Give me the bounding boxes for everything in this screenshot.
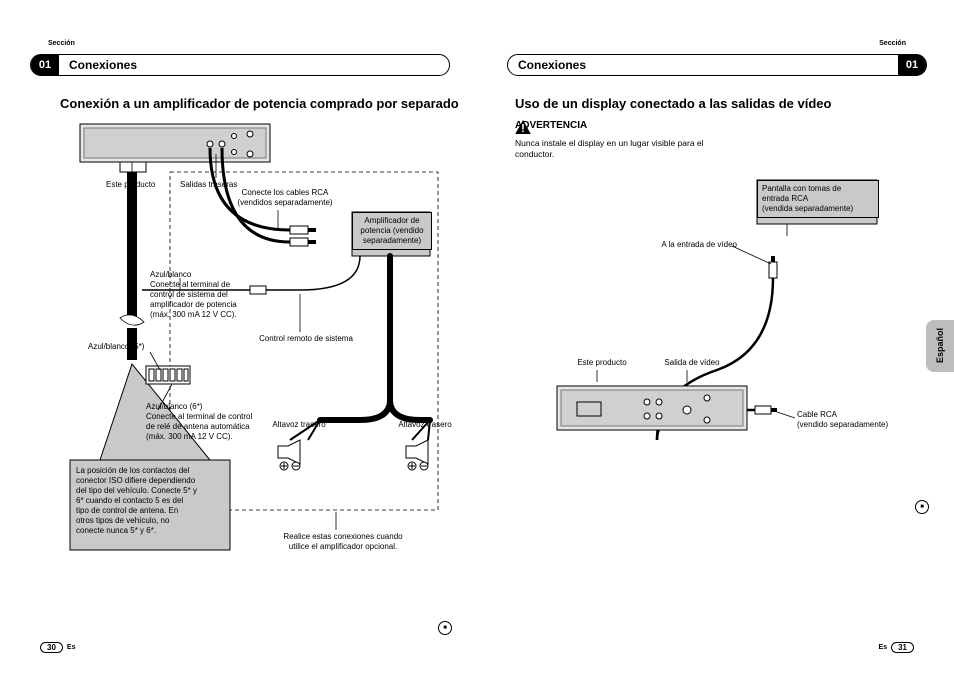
page-left: Sección 01 Conexiones Conexión a un ampl… [0, 0, 477, 693]
lbl-cable-rca: Cable RCA(vendido separadamente) [797, 410, 907, 430]
lbl-azul-blanco-5: Azul/blanco (5*) [88, 342, 168, 352]
warning-text: Nunca instale el display en un lugar vis… [515, 138, 735, 160]
lbl-conecte-rca: Conecte los cables RCA(vendidos separada… [230, 188, 340, 208]
section-number-right: 01 [898, 54, 926, 76]
footer-right: Es 31 [879, 642, 914, 653]
lbl-iso-note: La posición de los contactos delconector… [76, 466, 226, 536]
lbl-pantalla-rca: Pantalla con tomas deentrada RCA(vendida… [757, 180, 879, 218]
lang-code-right: Es [879, 644, 888, 651]
section-label-right: Sección [879, 40, 906, 47]
lang-code-left: Es [67, 644, 76, 651]
lbl-amplificador: Amplificador depotencia (vendidoseparada… [352, 212, 432, 250]
right-heading: Uso de un display conectado a las salida… [515, 96, 831, 111]
page-number-right: 31 [891, 642, 914, 653]
lbl-a-entrada-video: A la entrada de vídeo [647, 240, 737, 250]
section-title-left: Conexiones [59, 58, 449, 72]
footer-left: 30 Es [40, 642, 75, 653]
section-label-left: Sección [48, 40, 75, 47]
diagram-amplifier: Este producto Salidas traseras Conecte l… [60, 120, 450, 560]
lbl-este-producto-r: Este producto [567, 358, 637, 368]
lbl-altavoz-left: Altavoz trasero [264, 420, 334, 430]
lbl-este-producto-l: Este producto [106, 180, 155, 190]
left-heading: Conexión a un amplificador de potencia c… [60, 96, 459, 111]
document-spread: Sección 01 Conexiones Conexión a un ampl… [0, 0, 954, 693]
diagram-video-svg [537, 180, 917, 480]
section-header-right: Conexiones 01 [507, 54, 927, 76]
section-header-left: 01 Conexiones [30, 54, 450, 76]
page-marker-left: ■ [438, 621, 452, 635]
page-right: Sección Conexiones 01 Uso de un display … [477, 0, 954, 693]
section-number-left: 01 [31, 54, 59, 76]
lbl-control-remoto: Control remoto de sistema [246, 334, 366, 344]
section-title-right: Conexiones [508, 58, 898, 72]
lbl-salidas-traseras: Salidas traseras [180, 180, 237, 190]
lbl-salida-video: Salida de vídeo [657, 358, 727, 368]
lbl-realice: Realice estas conexiones cuandoutilice e… [268, 532, 418, 552]
page-marker-right: ■ [915, 500, 929, 514]
lbl-azul-blanco-main: Azul/blancoConecte al terminal decontrol… [150, 270, 280, 320]
warning-icon [515, 120, 531, 134]
language-tab: Español [926, 320, 954, 372]
page-number-left: 30 [40, 642, 63, 653]
diagram-video: Pantalla con tomas deentrada RCA(vendida… [537, 180, 917, 480]
language-tab-label: Español [935, 328, 945, 363]
warning-row: ADVERTENCIA [515, 120, 587, 131]
lbl-altavoz-right: Altavoz trasero [390, 420, 460, 430]
